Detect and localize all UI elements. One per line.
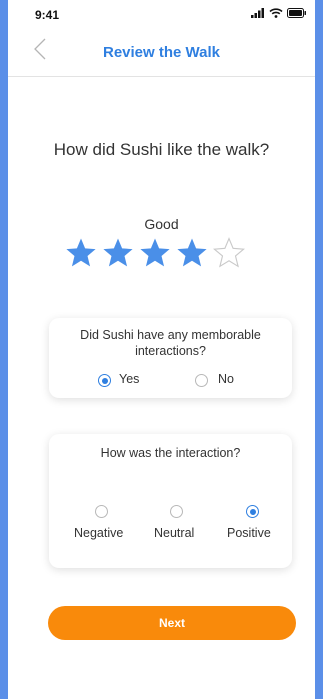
yes-radio[interactable]: [98, 374, 111, 387]
walk-question: How did Sushi like the walk?: [53, 140, 270, 159]
neutral-label: Neutral: [154, 526, 195, 540]
negative-radio[interactable]: [95, 505, 108, 518]
wifi-icon: [269, 5, 283, 23]
signal-icon: [251, 5, 265, 23]
positive-radio[interactable]: [246, 505, 259, 518]
star-empty-icon[interactable]: [212, 236, 246, 270]
phone-screen: 9:41 Review the Walk How did Sushi like …: [8, 0, 315, 699]
no-label: No: [218, 372, 234, 386]
rating-label: Good: [144, 216, 179, 232]
status-time: 9:41: [35, 8, 60, 22]
sentiment-card: How was the interaction? Negative Neutra…: [49, 434, 292, 568]
no-radio[interactable]: [195, 374, 208, 387]
page-title: Review the Walk: [103, 44, 220, 61]
star-filled-icon[interactable]: [175, 236, 209, 270]
star-filled-icon[interactable]: [64, 236, 98, 270]
interactions-question: Did Sushi have any memborable interactio…: [80, 328, 261, 358]
positive-label: Positive: [227, 526, 271, 540]
interactions-card: Did Sushi have any memborable interactio…: [49, 318, 292, 398]
yes-label: Yes: [119, 372, 140, 386]
star-rating[interactable]: [64, 236, 246, 270]
status-bar: 9:41: [8, 0, 315, 28]
sentiment-question: How was the interaction?: [100, 446, 241, 460]
negative-label: Negative: [74, 526, 124, 540]
nav-bar: Review the Walk: [8, 30, 315, 77]
neutral-radio[interactable]: [170, 505, 183, 518]
status-icons: [251, 8, 307, 20]
star-filled-icon[interactable]: [101, 236, 135, 270]
battery-icon: [287, 5, 307, 23]
star-filled-icon[interactable]: [138, 236, 172, 270]
next-button[interactable]: Next: [48, 606, 296, 640]
